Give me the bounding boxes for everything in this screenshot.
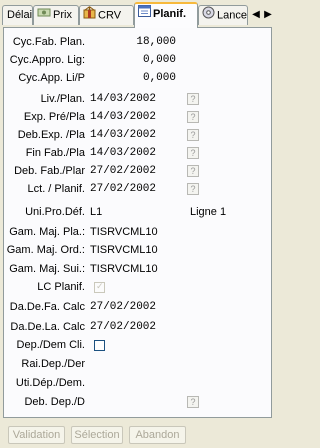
field-gam-maj-ord: Gam. Maj. Ord.: TISRVCML10 — [4, 241, 271, 259]
deb-fab-plar-value: 27/02/2002 — [90, 165, 157, 177]
field-gam-maj-sui: Gam. Maj. Sui.: TISRVCML10 — [4, 260, 271, 278]
check-mark-icon: ✓ — [96, 281, 104, 291]
abandon-button[interactable]: Abandon — [129, 426, 186, 444]
gam-maj-sui-label: Gam. Maj. Sui.: — [9, 263, 85, 275]
tab-scroll-left-button[interactable]: ◀ — [251, 8, 261, 22]
tab-crv-label: CRV — [98, 9, 122, 22]
gam-maj-ord-value: TISRVCML10 — [90, 244, 158, 256]
field-deb-exp-pla: Deb.Exp. /Pla 14/03/2002 ? — [4, 126, 271, 144]
fin-fab-pla-label: Fin Fab./Pla — [25, 147, 85, 159]
gam-maj-sui-value: TISRVCML10 — [90, 263, 158, 275]
field-liv-plan: Liv./Plan. 14/03/2002 ? — [4, 90, 271, 108]
dep-dem-cli-checkbox[interactable] — [94, 340, 105, 351]
planif-panel: Cyc.Fab. Plan. 18,000 Cyc.Appro. Lig: 0,… — [3, 27, 272, 418]
deb-dep-d-help-icon[interactable]: ? — [187, 396, 199, 408]
field-lc-planif: LC Planif. ✓ — [4, 278, 271, 296]
tab-planif-label: Planif. — [153, 8, 187, 20]
deb-exp-pla-help-icon[interactable]: ? — [187, 129, 199, 141]
tab-lance-label: Lance — [217, 9, 247, 22]
cyc-fab-plan-label: Cyc.Fab. Plan. — [12, 36, 85, 48]
tab-scroll-right-button[interactable]: ▶ — [263, 8, 273, 22]
exp-pre-pla-value: 14/03/2002 — [90, 111, 157, 123]
liv-plan-label: Liv./Plan. — [40, 93, 85, 105]
fin-fab-pla-value: 14/03/2002 — [90, 147, 157, 159]
tab-prix[interactable]: Prix — [33, 5, 79, 25]
cyc-app-li-label: Cyc.App. Li/P — [18, 72, 85, 84]
uni-pro-def-label: Uni.Pro.Déf. — [25, 206, 85, 218]
deb-fab-plar-help-icon[interactable]: ? — [187, 165, 199, 177]
money-icon — [37, 6, 51, 24]
deb-exp-pla-value: 14/03/2002 — [90, 129, 157, 141]
field-deb-fab-plar: Deb. Fab./Plar 27/02/2002 ? — [4, 162, 271, 180]
disc-icon — [202, 6, 215, 25]
exp-pre-pla-help-icon[interactable]: ? — [187, 111, 199, 123]
gam-maj-pla-label: Gam. Maj. Pla.: — [9, 226, 85, 238]
uni-pro-def-value: L1 — [90, 206, 103, 218]
dep-dem-cli-label: Dep./Dem Cli. — [16, 339, 85, 351]
field-deb-dep-d: Deb. Dep./D ? — [4, 393, 271, 411]
field-uni-pro-def: Uni.Pro.Déf. L1 Ligne 1 — [4, 203, 271, 221]
cyc-appro-lig-label: Cyc.Appro. Lig: — [9, 54, 85, 66]
rai-dep-der-label: Rai.Dep./Der — [21, 358, 85, 370]
da-de-la-calc-value: 27/02/2002 — [90, 321, 157, 333]
gam-maj-pla-value: TISRVCML10 — [90, 226, 158, 238]
deb-exp-pla-label: Deb.Exp. /Pla — [17, 129, 85, 141]
field-da-de-la-calc: Da.De.La. Calc 27/02/2002 — [4, 318, 271, 336]
cyc-appro-lig-value: 0,000 — [142, 54, 176, 66]
fin-fab-pla-help-icon[interactable]: ? — [187, 147, 199, 159]
calendar-icon — [138, 4, 151, 24]
da-de-fa-calc-value: 27/02/2002 — [90, 301, 157, 313]
uni-pro-def-description: Ligne 1 — [190, 206, 227, 218]
da-de-la-calc-label: Da.De.La. Calc — [10, 321, 85, 333]
field-uti-dep-dem: Uti.Dép./Dem. — [4, 374, 271, 392]
selection-button[interactable]: Sélection — [71, 426, 123, 444]
field-cyc-app-li: Cyc.App. Li/P 0,000 — [4, 69, 271, 87]
validation-button[interactable]: Validation — [8, 426, 65, 444]
field-cyc-appro-lig: Cyc.Appro. Lig: 0,000 — [4, 51, 271, 69]
field-gam-maj-pla: Gam. Maj. Pla.: TISRVCML10 — [4, 223, 271, 241]
liv-plan-value: 14/03/2002 — [90, 93, 157, 105]
tab-prix-label: Prix — [53, 9, 72, 21]
field-lct-planif: Lct. / Planif. 27/02/2002 ? — [4, 180, 271, 198]
tab-delai[interactable]: Délai — [2, 5, 33, 25]
tab-planif[interactable]: Planif. — [134, 2, 198, 28]
deb-dep-d-label: Deb. Dep./D — [24, 396, 85, 408]
exp-pre-pla-label: Exp. Pré/Pla — [23, 111, 85, 123]
field-da-de-fa-calc: Da.De.Fa. Calc 27/02/2002 — [4, 298, 271, 316]
lct-planif-label: Lct. / Planif. — [27, 183, 85, 195]
tab-bar: Délai Prix CRV Planif. Lance ◀ ▶ — [0, 0, 276, 28]
gift-icon — [83, 6, 96, 25]
liv-plan-help-icon[interactable]: ? — [187, 93, 199, 105]
cyc-app-li-value: 0,000 — [142, 72, 176, 84]
tab-crv[interactable]: CRV — [79, 5, 134, 25]
field-cyc-fab-plan: Cyc.Fab. Plan. 18,000 — [4, 33, 271, 51]
field-fin-fab-pla: Fin Fab./Pla 14/03/2002 ? — [4, 144, 271, 162]
lct-planif-help-icon[interactable]: ? — [187, 183, 199, 195]
lc-planif-checkbox[interactable]: ✓ — [94, 281, 105, 293]
lc-planif-label: LC Planif. — [37, 281, 85, 293]
deb-fab-plar-label: Deb. Fab./Plar — [14, 165, 85, 177]
tab-lance[interactable]: Lance — [198, 5, 248, 25]
gam-maj-ord-label: Gam. Maj. Ord.: — [6, 244, 85, 256]
cyc-fab-plan-value: 18,000 — [136, 36, 176, 48]
da-de-fa-calc-label: Da.De.Fa. Calc — [9, 301, 85, 313]
uti-dep-dem-label: Uti.Dép./Dem. — [15, 377, 85, 389]
field-dep-dem-cli: Dep./Dem Cli. — [4, 336, 271, 354]
tab-delai-label: Délai — [7, 9, 33, 21]
lct-planif-value: 27/02/2002 — [90, 183, 157, 195]
field-exp-pre-pla: Exp. Pré/Pla 14/03/2002 ? — [4, 108, 271, 126]
field-rai-dep-der: Rai.Dep./Der — [4, 355, 271, 373]
